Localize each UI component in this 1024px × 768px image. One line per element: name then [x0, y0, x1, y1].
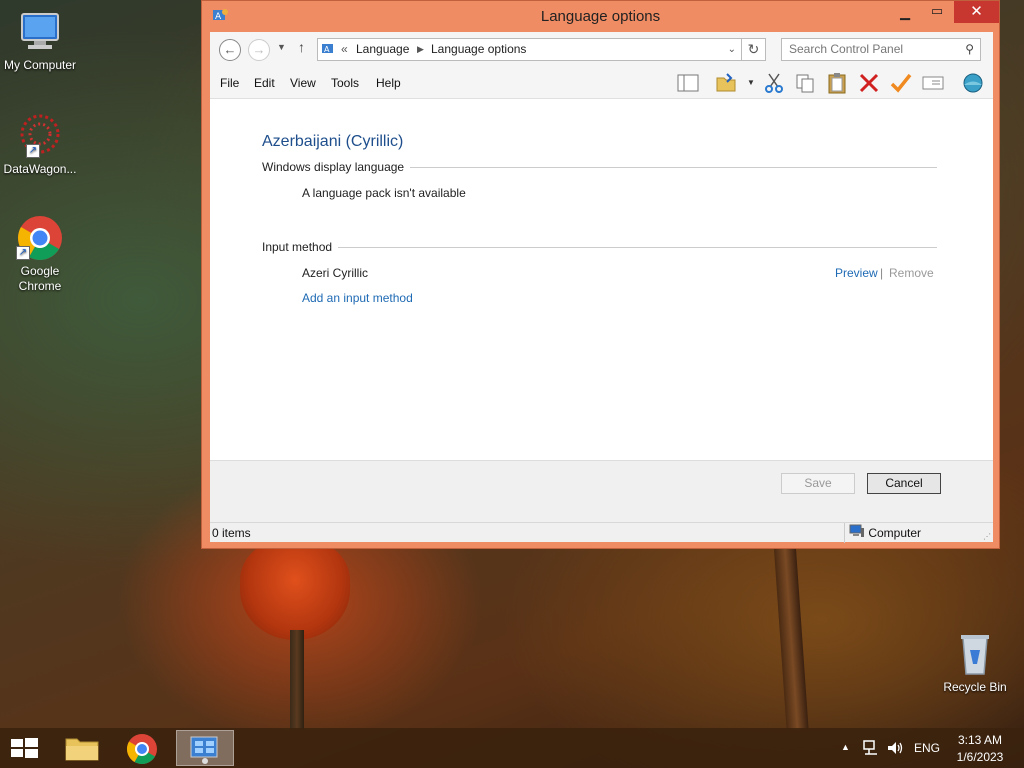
taskbar-file-explorer[interactable]	[58, 730, 106, 766]
taskbar-control-panel[interactable]	[176, 730, 234, 766]
window-title: Language options	[540, 8, 661, 25]
menu-view[interactable]: View	[290, 76, 316, 90]
breadcrumb-overflow[interactable]: «	[341, 39, 348, 60]
address-dropdown-icon[interactable]: ⌄	[728, 39, 736, 60]
item-count: 0 items	[212, 526, 251, 540]
recent-locations-chevron-icon[interactable]: ▼	[277, 42, 286, 52]
address-bar-row: ← → ▼ ↑ A « Language ▶ Language options …	[210, 32, 993, 67]
input-language-indicator[interactable]: ENG	[912, 741, 942, 755]
cancel-button[interactable]: Cancel	[867, 473, 941, 494]
clock-time[interactable]: 3:13 AM	[950, 733, 1010, 747]
start-button[interactable]	[0, 730, 48, 766]
display-language-heading: Windows display language	[262, 160, 411, 174]
computer-small-icon	[849, 524, 865, 544]
shortcut-arrow-icon: ↗	[16, 246, 30, 260]
minimize-button[interactable]: ▁	[892, 5, 918, 27]
folder-options-dropdown-icon[interactable]: ▼	[747, 78, 755, 87]
menu-file[interactable]: File	[220, 76, 239, 90]
refresh-button[interactable]: ↻	[742, 38, 766, 61]
computer-icon	[16, 8, 64, 56]
menu-tools[interactable]: Tools	[331, 76, 359, 90]
windows-logo-icon	[11, 738, 38, 758]
search-icon[interactable]: ⚲	[965, 39, 974, 60]
input-method-name: Azeri Cyrillic	[302, 266, 368, 280]
wallpaper-tulip	[240, 540, 350, 640]
footer-button-area: Save Cancel	[210, 460, 993, 522]
desktop-icon-label: My Computer	[3, 58, 77, 72]
properties-check-icon[interactable]	[890, 72, 912, 94]
status-location: Computer	[844, 523, 921, 543]
desktop-icon-chrome[interactable]: ↗ Google Chrome	[0, 214, 80, 294]
display-language-status: A language pack isn't available	[302, 186, 466, 200]
delete-icon[interactable]	[858, 72, 880, 94]
breadcrumb-language-options[interactable]: Language options	[431, 39, 526, 60]
chrome-icon: ↗	[16, 214, 64, 262]
link-separator: |	[880, 266, 884, 280]
wallpaper-stem-right	[773, 539, 809, 731]
paste-icon[interactable]	[826, 72, 848, 94]
cut-icon[interactable]	[763, 72, 785, 94]
layout-pane-icon[interactable]	[677, 72, 699, 94]
svg-text:A: A	[324, 45, 330, 54]
clock-date[interactable]: 1/6/2023	[950, 750, 1010, 764]
copy-icon[interactable]	[794, 72, 816, 94]
menu-help[interactable]: Help	[376, 76, 401, 90]
title-bar[interactable]: A Language options ▁ ▭ ✕	[202, 1, 999, 32]
remove-link[interactable]: Remove	[889, 266, 934, 280]
input-method-heading: Input method	[262, 240, 339, 254]
control-panel-icon	[190, 736, 218, 764]
desktop-icon-label: Google Chrome	[18, 264, 62, 293]
back-button[interactable]: ←	[219, 39, 241, 61]
language-options-window: A Language options ▁ ▭ ✕ ← → ▼ ↑ A « Lan…	[201, 0, 1000, 549]
desktop-icon-label: Recycle Bin	[943, 680, 1007, 694]
menu-edit[interactable]: Edit	[254, 76, 275, 90]
status-location-label: Computer	[868, 526, 922, 540]
desktop-icon-label: DataWagon...	[3, 162, 77, 176]
breadcrumb-separator-icon: ▶	[417, 44, 424, 54]
search-placeholder: Search Control Panel	[789, 42, 904, 56]
taskbar: ▲ ENG 3:13 AM 1/6/2023	[0, 728, 1024, 768]
desktop-icon-recycle-bin[interactable]: Recycle Bin	[935, 630, 1015, 695]
content-panel: Azerbaijani (Cyrillic) Windows display l…	[210, 100, 993, 461]
window-client: ← → ▼ ↑ A « Language ▶ Language options …	[210, 32, 993, 543]
save-button[interactable]: Save	[781, 473, 855, 494]
folder-icon	[65, 738, 99, 761]
forward-button[interactable]: →	[248, 39, 270, 61]
show-hidden-icons-icon[interactable]: ▲	[841, 742, 850, 752]
status-bar: 0 items Computer ⋰	[210, 522, 993, 543]
preview-link[interactable]: Preview	[835, 266, 878, 280]
folder-options-icon[interactable]	[715, 72, 737, 94]
taskbar-chrome[interactable]	[118, 730, 166, 766]
breadcrumb-language[interactable]: Language	[356, 39, 409, 60]
up-arrow-icon[interactable]: ↑	[298, 39, 305, 55]
close-button[interactable]: ✕	[954, 1, 999, 23]
shortcut-arrow-icon: ↗	[26, 144, 40, 158]
menu-bar: File Edit View Tools Help ▼	[210, 67, 993, 99]
details-view-icon[interactable]	[922, 72, 944, 94]
desktop-icon-my-computer[interactable]: My Computer	[0, 8, 80, 73]
search-input[interactable]: Search Control Panel ⚲	[781, 38, 981, 61]
resize-grip-icon[interactable]: ⋰	[983, 532, 991, 541]
volume-icon[interactable]	[886, 739, 904, 760]
control-panel-small-icon: A	[321, 41, 337, 64]
datawagon-icon: ↗	[16, 112, 64, 160]
chrome-icon	[126, 734, 157, 765]
network-icon[interactable]	[862, 739, 880, 760]
address-box[interactable]: A « Language ▶ Language options ⌄	[317, 38, 742, 61]
maximize-button[interactable]: ▭	[924, 3, 950, 25]
recycle-bin-icon	[951, 630, 999, 678]
internet-globe-icon[interactable]	[962, 72, 984, 94]
language-title: Azerbaijani (Cyrillic)	[262, 133, 404, 150]
add-input-method-link[interactable]: Add an input method	[302, 291, 413, 305]
section-divider	[262, 247, 937, 248]
wallpaper-stem	[290, 630, 304, 730]
desktop-icon-datawagon[interactable]: ↗ DataWagon...	[0, 112, 80, 177]
